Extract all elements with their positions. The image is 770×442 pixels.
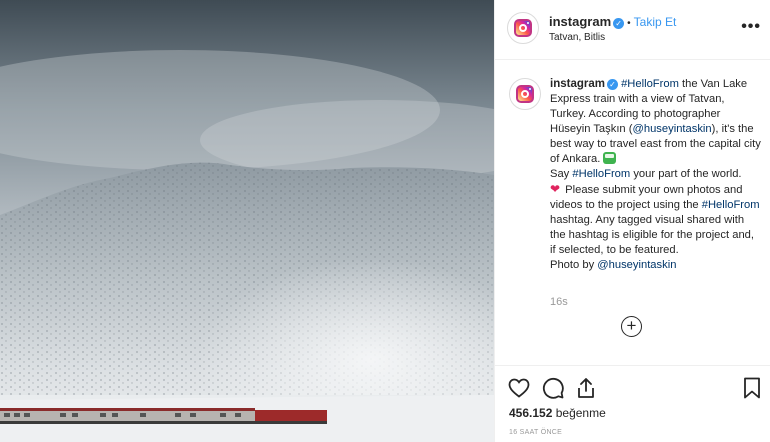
post-header: instagram ✓ • Takip Et Tatvan, Bitlis •••: [495, 0, 770, 60]
instagram-logo-icon: [516, 85, 534, 103]
hashtag-link[interactable]: #HelloFrom: [702, 199, 760, 211]
caption-avatar[interactable]: [509, 78, 541, 110]
mention-link[interactable]: @huseyintaskin: [597, 259, 676, 271]
location-link[interactable]: Tatvan, Bitlis: [549, 32, 605, 43]
caption-segment: your part of the world.: [630, 168, 742, 180]
train: [0, 408, 327, 424]
follow-button[interactable]: Takip Et: [634, 15, 677, 29]
post-photo[interactable]: [0, 0, 494, 442]
share-icon[interactable]: [574, 376, 598, 400]
more-options-icon[interactable]: •••: [741, 18, 761, 36]
hashtag-link[interactable]: #HelloFrom: [621, 78, 679, 90]
username-link[interactable]: instagram: [549, 14, 611, 29]
divider: [495, 365, 770, 366]
avatar[interactable]: [507, 12, 539, 44]
plus-circle-icon[interactable]: +: [621, 316, 642, 337]
separator-dot: •: [627, 18, 631, 29]
snowy-mountain-train-image: [0, 0, 494, 442]
instagram-logo-icon: [514, 19, 532, 37]
likes-count[interactable]: 456.152 beğenme: [509, 406, 606, 420]
heart-emoji: ❤: [550, 182, 561, 196]
verified-icon: ✓: [606, 79, 618, 90]
action-bar: [495, 372, 770, 408]
header-title: instagram ✓ • Takip Et: [549, 14, 676, 29]
post-side-panel: instagram ✓ • Takip Et Tatvan, Bitlis ••• i…: [494, 0, 770, 442]
caption-segment: Photo by: [550, 259, 598, 271]
mention-link[interactable]: @huseyintaskin: [633, 123, 712, 135]
likes-word: beğenme: [555, 406, 606, 420]
caption-username-link[interactable]: instagram: [550, 78, 605, 90]
caption-time: 16s: [550, 296, 568, 308]
verified-icon: ✓: [613, 18, 625, 29]
bookmark-icon[interactable]: [740, 376, 764, 400]
hashtag-link[interactable]: #HelloFrom: [572, 168, 630, 180]
caption-text: instagram ✓ #HelloFrom the Van Lake Expre…: [550, 77, 762, 273]
likes-number: 456.152: [509, 406, 553, 420]
caption-segment: Say: [550, 168, 573, 180]
caption-segment: hashtag. Any tagged visual shared with t…: [550, 214, 754, 256]
comment-icon[interactable]: [541, 376, 565, 400]
heart-icon[interactable]: [507, 376, 531, 400]
post-timestamp[interactable]: 16 SAAT ÖNCE: [509, 429, 562, 436]
train-emoji: [603, 152, 617, 164]
